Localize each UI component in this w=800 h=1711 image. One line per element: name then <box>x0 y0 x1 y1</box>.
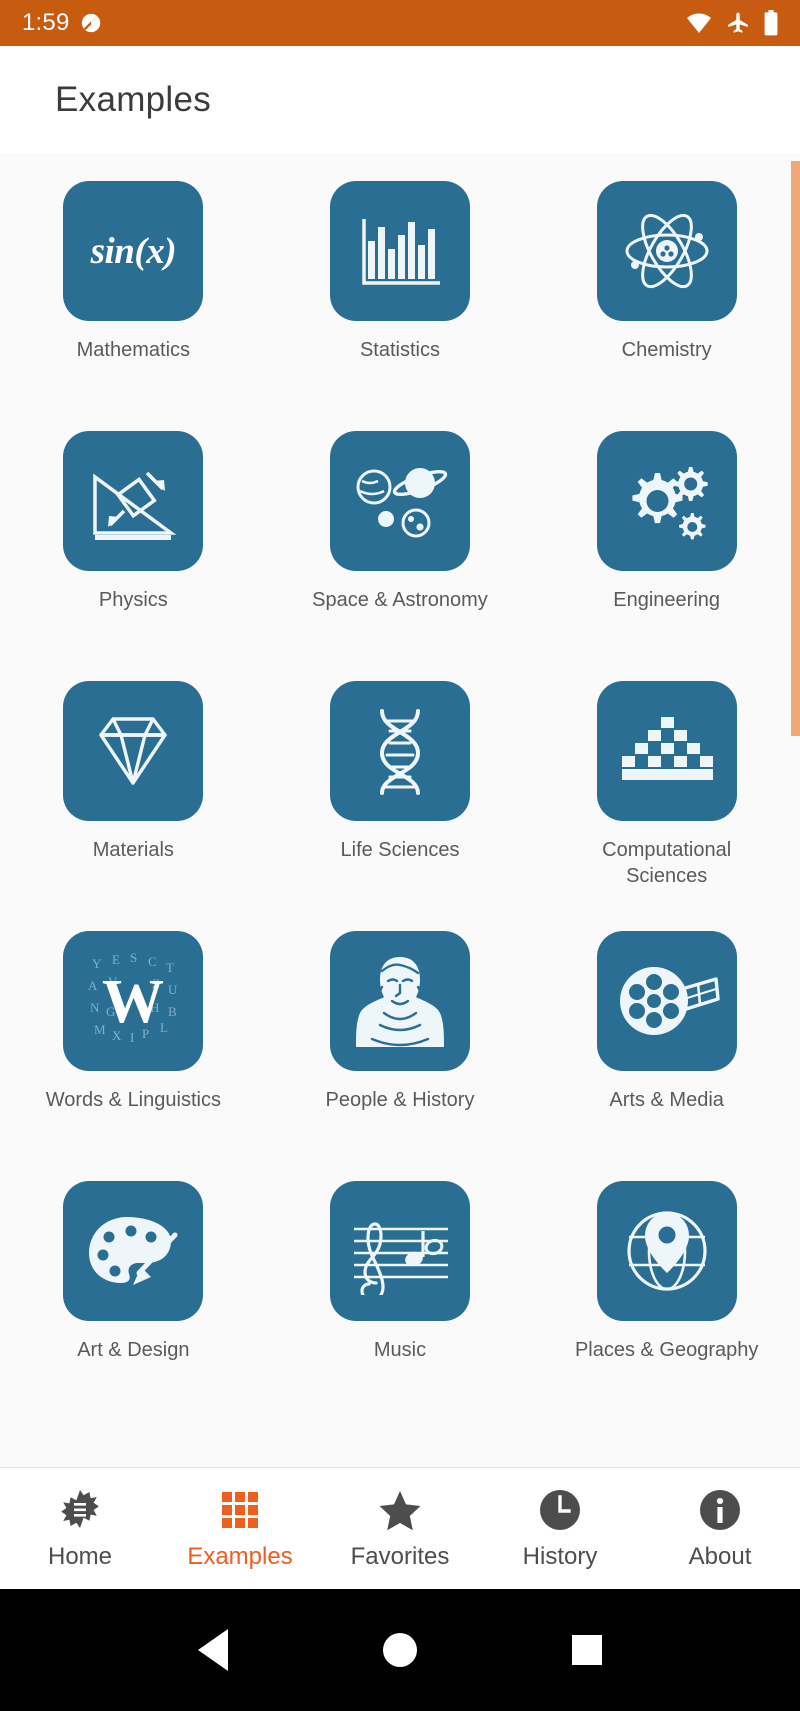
nav-item-label: History <box>522 1542 598 1570</box>
app-root: 1:59 Examples sin(x) Mathematics Statist… <box>0 0 800 1711</box>
grid-item-chemistry[interactable]: Chemistry <box>533 171 800 421</box>
svg-text:U: U <box>168 982 178 997</box>
svg-text:A: A <box>88 978 98 993</box>
grid-item-label: Computational Sciences <box>602 839 732 887</box>
grid-item-label: Art & Design <box>77 1339 190 1361</box>
grid-item-materials[interactable]: Materials <box>0 671 267 921</box>
nav-item-label: Favorites <box>350 1542 450 1570</box>
film-reel-icon <box>596 931 737 1071</box>
wifi-icon <box>686 12 712 34</box>
android-system-navigation <box>0 1589 800 1711</box>
grid-item-engineering[interactable]: Engineering <box>533 421 800 671</box>
status-bar: 1:59 <box>0 0 800 46</box>
info-circle-icon <box>698 1487 742 1533</box>
grid-item-music[interactable]: Music <box>267 1171 534 1421</box>
grid-item-label: Life Sciences <box>340 839 460 861</box>
scrollbar-thumb[interactable] <box>791 161 800 736</box>
star-icon <box>378 1487 422 1533</box>
svg-text:E: E <box>112 952 120 967</box>
sin-x-glyph: sin(x) <box>90 230 177 272</box>
grid-item-label: People & History <box>325 1089 475 1111</box>
nav-item-examples[interactable]: Examples <box>160 1468 320 1589</box>
grid-item-label: Mathematics <box>76 339 191 361</box>
grid-item-space-astronomy[interactable]: Space & Astronomy <box>267 421 534 671</box>
nav-item-label: Examples <box>187 1542 293 1570</box>
inclined-plane-icon <box>63 431 204 571</box>
nav-item-history[interactable]: History <box>480 1468 640 1589</box>
grid-item-label: Music <box>373 1339 427 1361</box>
grid-item-label: Statistics <box>359 339 440 361</box>
nav-item-label: About <box>688 1542 752 1570</box>
grid-3x3-icon <box>218 1487 262 1533</box>
grid-item-label: Words & Linguistics <box>45 1089 221 1111</box>
battery-icon <box>764 10 778 36</box>
grid-item-label: Places & Geography <box>574 1339 759 1361</box>
diamond-icon <box>63 681 204 821</box>
airplane-mode-icon <box>726 11 750 35</box>
grid-item-arts-media[interactable]: Arts & Media <box>533 921 800 1171</box>
recents-square-icon[interactable] <box>572 1635 603 1665</box>
sin-x-icon: sin(x) <box>63 181 204 321</box>
palette-brush-icon <box>63 1181 204 1321</box>
grid-item-label: Physics <box>98 589 168 611</box>
globe-pin-icon <box>596 1181 737 1321</box>
page-title: Examples <box>55 79 212 119</box>
grid-item-computational-sciences[interactable]: Computational Sciences <box>533 671 800 921</box>
grid-item-people-history[interactable]: People & History <box>267 921 534 1171</box>
pyramid-blocks-icon <box>596 681 737 821</box>
grid-item-label: Space & Astronomy <box>312 589 488 611</box>
dna-icon <box>329 681 470 821</box>
grid-item-label: Materials <box>92 839 174 861</box>
grid-item-art-design[interactable]: Art & Design <box>0 1171 267 1421</box>
examples-grid-scroll-area[interactable]: sin(x) Mathematics Statistics Chemistry … <box>0 153 800 1467</box>
svg-text:N: N <box>90 1000 100 1015</box>
svg-text:S: S <box>130 950 137 965</box>
letter-w-icon: YES CT AV ZU NG HB MXI PL W <box>63 931 204 1071</box>
home-circle-icon[interactable] <box>382 1633 417 1667</box>
nav-item-favorites[interactable]: Favorites <box>320 1468 480 1589</box>
examples-grid: sin(x) Mathematics Statistics Chemistry … <box>0 171 800 1421</box>
atom-icon <box>596 181 737 321</box>
status-bar-clock: 1:59 <box>22 9 70 36</box>
grid-item-life-sciences[interactable]: Life Sciences <box>267 671 534 921</box>
notification-badge-icon <box>80 12 102 34</box>
scrollbar-track[interactable] <box>791 153 800 1467</box>
grid-item-statistics[interactable]: Statistics <box>267 171 534 421</box>
planets-icon <box>329 431 470 571</box>
grid-item-words-linguistics[interactable]: YES CT AV ZU NG HB MXI PL W Words & Ling… <box>0 921 267 1171</box>
grid-item-label: Arts & Media <box>609 1089 724 1111</box>
bar-chart-icon <box>329 181 470 321</box>
spikeburst-home-icon <box>58 1487 102 1533</box>
clock-icon <box>538 1487 582 1533</box>
grid-item-label: Chemistry <box>621 339 712 361</box>
nav-item-label: Home <box>47 1542 113 1570</box>
music-staff-icon <box>329 1181 470 1321</box>
gears-icon <box>596 431 737 571</box>
back-triangle-icon[interactable] <box>197 1629 228 1671</box>
grid-item-places-geography[interactable]: Places & Geography <box>533 1171 800 1421</box>
svg-text:Y: Y <box>92 956 102 971</box>
grid-item-physics[interactable]: Physics <box>0 421 267 671</box>
svg-text:C: C <box>148 954 157 969</box>
svg-text:W: W <box>102 968 164 1036</box>
portrait-bust-icon <box>329 931 470 1071</box>
svg-text:T: T <box>166 960 174 975</box>
grid-item-label: Engineering <box>613 589 721 611</box>
nav-item-home[interactable]: Home <box>0 1468 160 1589</box>
app-bar: Examples <box>0 46 800 153</box>
status-bar-right <box>686 10 778 36</box>
svg-text:B: B <box>168 1004 177 1019</box>
status-bar-left: 1:59 <box>22 9 102 37</box>
bottom-navigation-bar: Home Examples Favorites History About <box>0 1467 800 1589</box>
nav-item-about[interactable]: About <box>640 1468 800 1589</box>
grid-item-mathematics[interactable]: sin(x) Mathematics <box>0 171 267 421</box>
